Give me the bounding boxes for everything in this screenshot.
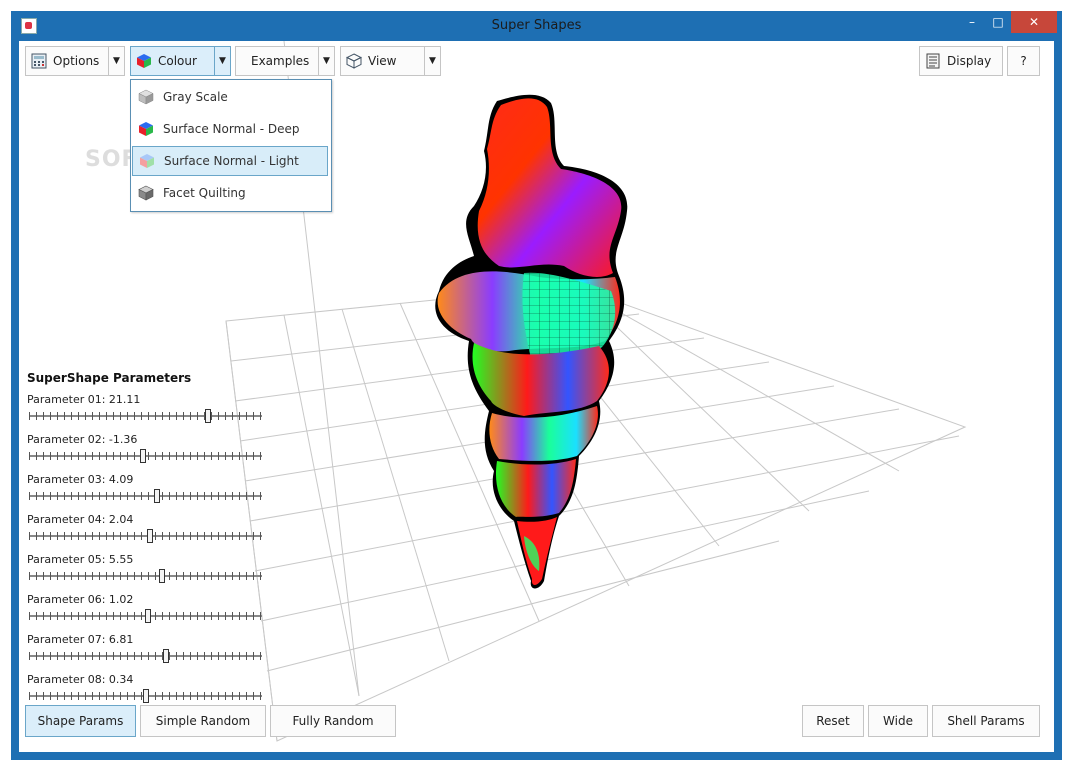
- menu-item-label: Surface Normal - Deep: [163, 122, 300, 136]
- colour-arrow-icon[interactable]: ▼: [214, 47, 230, 75]
- light-colour-cube-icon: [140, 154, 154, 168]
- shape-params-button[interactable]: Shape Params: [25, 705, 136, 737]
- display-button[interactable]: Display: [919, 46, 1003, 76]
- app-client-area: SOFTPEDIA Options ▼ Colour ▼ Examples ▼: [19, 41, 1054, 752]
- parameter-08-slider[interactable]: [29, 689, 262, 703]
- view-dropdown[interactable]: View ▼: [340, 46, 441, 76]
- gray-cube-icon: [138, 89, 154, 105]
- examples-arrow-icon[interactable]: ▼: [318, 47, 334, 75]
- colour-cube-icon: [137, 54, 151, 68]
- menu-item-label: Gray Scale: [163, 90, 228, 104]
- colour-label: Colour: [158, 54, 197, 68]
- options-dropdown[interactable]: Options ▼: [25, 46, 125, 76]
- calculator-icon: [31, 53, 47, 69]
- view-label: View: [368, 54, 397, 68]
- minimize-button[interactable]: –: [959, 11, 985, 33]
- parameter-04-slider[interactable]: [29, 529, 262, 543]
- wide-button[interactable]: Wide: [868, 705, 928, 737]
- parameter-01-label: Parameter 01: 21.11: [27, 393, 141, 406]
- display-label: Display: [947, 54, 992, 68]
- quilt-cube-icon: [138, 185, 154, 201]
- view-arrow-icon[interactable]: ▼: [424, 47, 440, 75]
- options-label: Options: [53, 54, 100, 68]
- menu-item-label: Facet Quilting: [163, 186, 246, 200]
- parameter-07-slider[interactable]: [29, 649, 262, 663]
- app-window: Super Shapes – □ ✕ Options ▼ Colour ▼ Ex…: [11, 11, 1062, 760]
- slider-thumb[interactable]: [143, 689, 149, 703]
- document-icon: [926, 53, 940, 69]
- help-label: ?: [1020, 54, 1027, 68]
- parameter-06-slider[interactable]: [29, 609, 262, 623]
- window-title: Super Shapes: [491, 18, 582, 33]
- parameters-title: SuperShape Parameters: [27, 371, 192, 385]
- parameter-02-label: Parameter 02: -1.36: [27, 433, 138, 446]
- parameter-08-label: Parameter 08: 0.34: [27, 673, 134, 686]
- shell-params-button[interactable]: Shell Params: [932, 705, 1040, 737]
- parameter-01-slider[interactable]: [29, 409, 262, 423]
- slider-thumb[interactable]: [154, 489, 160, 503]
- help-button[interactable]: ?: [1007, 46, 1040, 76]
- slider-thumb[interactable]: [163, 649, 169, 663]
- parameter-06-label: Parameter 06: 1.02: [27, 593, 134, 606]
- menu-item-label: Surface Normal - Light: [164, 154, 299, 168]
- parameter-05-slider[interactable]: [29, 569, 262, 583]
- maximize-button[interactable]: □: [985, 11, 1011, 33]
- slider-thumb[interactable]: [140, 449, 146, 463]
- parameter-04-label: Parameter 04: 2.04: [27, 513, 134, 526]
- slider-thumb[interactable]: [159, 569, 165, 583]
- simple-random-button[interactable]: Simple Random: [140, 705, 266, 737]
- parameter-03-slider[interactable]: [29, 489, 262, 503]
- colour-dropdown[interactable]: Colour ▼: [130, 46, 231, 76]
- supershape-model[interactable]: [435, 94, 628, 589]
- examples-dropdown[interactable]: Examples ▼: [235, 46, 335, 76]
- parameter-05-label: Parameter 05: 5.55: [27, 553, 134, 566]
- options-arrow-icon[interactable]: ▼: [108, 47, 124, 75]
- parameter-02-slider[interactable]: [29, 449, 262, 463]
- title-bar[interactable]: Super Shapes – □ ✕: [11, 11, 1062, 41]
- fully-random-button[interactable]: Fully Random: [270, 705, 396, 737]
- menu-item-facet-quilting[interactable]: Facet Quilting: [132, 178, 328, 208]
- menu-item-surface-normal-deep[interactable]: Surface Normal - Deep: [132, 114, 328, 144]
- close-button[interactable]: ✕: [1011, 11, 1057, 33]
- examples-label: Examples: [251, 54, 310, 68]
- menu-item-surface-normal-light[interactable]: Surface Normal - Light: [132, 146, 328, 176]
- slider-thumb[interactable]: [205, 409, 211, 423]
- menu-item-gray-scale[interactable]: Gray Scale: [132, 82, 328, 112]
- colour-menu: Gray Scale Surface Normal - Deep Surface…: [130, 79, 332, 212]
- parameter-07-label: Parameter 07: 6.81: [27, 633, 134, 646]
- reset-button[interactable]: Reset: [802, 705, 864, 737]
- parameter-03-label: Parameter 03: 4.09: [27, 473, 134, 486]
- slider-thumb[interactable]: [147, 529, 153, 543]
- slider-thumb[interactable]: [145, 609, 151, 623]
- deep-colour-cube-icon: [139, 122, 153, 136]
- wireframe-cube-icon: [346, 53, 362, 69]
